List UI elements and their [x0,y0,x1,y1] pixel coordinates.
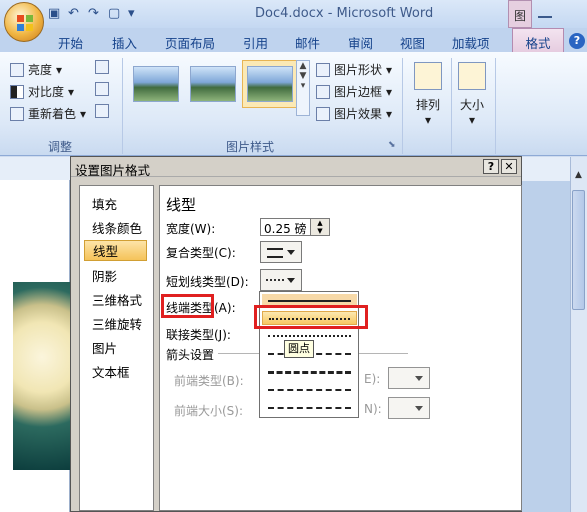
undo-icon[interactable]: ↶ [68,7,82,21]
tab-mailings[interactable]: 邮件 [295,33,320,52]
arrange-button[interactable]: 排列 ▾ [404,58,452,134]
contrast-icon [10,84,24,99]
chevron-down-icon [287,278,295,283]
recolor-button[interactable]: 重新着色 ▾ [10,105,86,122]
scroll-up-arrow-icon[interactable]: ▲ [571,170,586,186]
dialog-title: 设置图片格式 [71,157,521,178]
scrollbar-thumb[interactable] [572,190,585,310]
picture-border-button[interactable]: 图片边框 ▾ [316,83,392,100]
redo-icon[interactable]: ↷ [88,7,102,21]
nav-line-style[interactable]: 线型 [84,240,147,261]
window-title: Doc4.docx - Microsoft Word [255,6,434,21]
nav-3d-rotation[interactable]: 三维旋转 [92,314,142,333]
nav-picture[interactable]: 图片 [92,338,117,357]
pen-icon [316,84,330,99]
style-thumbnail-3[interactable] [242,60,298,108]
tab-references[interactable]: 引用 [243,33,268,52]
arrow-settings-label: 箭头设置 [166,348,215,362]
end-type-label: E): [364,372,381,386]
begin-type-label: 前端类型(B): [174,374,244,388]
style-thumbnail-1[interactable] [128,60,184,108]
width-label: 宽度(W): [166,222,216,236]
save-icon[interactable]: ▣ [48,7,62,21]
effects-icon [316,106,330,121]
help-icon[interactable]: ? [569,33,585,49]
rose-picture[interactable] [13,282,71,470]
picture-effects-button[interactable]: 图片效果 ▾ [316,105,392,122]
dash-option-long-dash[interactable] [262,383,357,397]
contrast-button[interactable]: 对比度 ▾ [10,83,74,100]
ribbon: 亮度 ▾ 对比度 ▾ 重新着色 ▾ 调整 ▲ ▼ ▾ 图片形状 ▾ 图片边框 ▾ 图片效果 ▾ … [0,52,587,156]
end-type-dropdown[interactable] [388,367,430,389]
context-tab-header: 图 [508,0,532,28]
customize-toolbar-icon[interactable]: ▾ [128,7,142,21]
begin-size-label: 前端大小(S): [174,404,244,418]
recolor-icon [10,106,24,121]
picture-shape-button[interactable]: 图片形状 ▾ [316,61,392,78]
change-picture-icon[interactable] [95,82,109,96]
dialog-launcher-icon[interactable]: ⬊ [388,140,396,150]
tab-page-layout[interactable]: 页面布局 [165,33,215,52]
chevron-down-icon [287,250,295,255]
compound-type-label: 复合类型(C): [166,246,236,260]
dialog-nav: 填充 线条颜色 线型 阴影 三维格式 三维旋转 图片 文本框 [79,185,154,511]
style-thumbnail-2[interactable] [185,60,241,108]
end-size-dropdown[interactable] [388,397,430,419]
highlight-round-dot-option [254,305,368,329]
join-type-label: 联接类型(J): [166,328,231,342]
new-document-icon[interactable]: ▢ [108,7,122,21]
brightness-icon [10,62,24,77]
size-icon [458,62,486,90]
tab-view[interactable]: 视图 [400,33,425,52]
office-button[interactable] [4,2,44,42]
dialog-help-button[interactable]: ? [483,159,499,174]
tab-addins[interactable]: 加载项 [452,33,490,52]
compound-type-dropdown[interactable] [260,241,302,263]
arrange-icon [414,62,442,90]
tab-home[interactable]: 开始 [58,33,83,52]
adjust-group-label: 调整 [47,140,72,154]
nav-3d-format[interactable]: 三维格式 [92,290,142,309]
reset-picture-icon[interactable] [95,104,109,118]
tab-insert[interactable]: 插入 [112,33,137,52]
dash-option-dash-dot[interactable] [262,365,357,379]
nav-shadow[interactable]: 阴影 [92,266,117,285]
ribbon-tab-bar: 开始 插入 页面布局 引用 邮件 审阅 视图 加载项 [0,28,587,52]
nav-fill[interactable]: 填充 [92,194,117,213]
gallery-scroll[interactable]: ▲ ▼ ▾ [296,60,310,116]
quick-access-toolbar: ▣ ↶ ↷ ▢ ▾ [48,4,142,24]
shape-icon [316,62,330,77]
size-button[interactable]: 大小 ▾ [448,58,496,134]
tooltip-round-dot: 圆点 [284,340,314,358]
compress-pictures-icon[interactable] [95,60,109,74]
dash-option-long-dash-dot[interactable] [262,401,357,415]
dash-type-label: 短划线类型(D): [166,275,249,289]
tab-format[interactable]: 格式 [512,28,564,52]
end-size-label: N): [364,402,382,416]
highlight-cap-label [161,294,214,318]
nav-text-box[interactable]: 文本框 [92,362,130,381]
width-spinner[interactable]: ▲ ▼ [310,218,330,236]
dash-type-dropdown[interactable] [260,269,302,291]
tab-review[interactable]: 审阅 [348,33,373,52]
dialog-close-button[interactable]: ✕ [501,159,517,174]
office-logo-icon [17,15,33,31]
picture-styles-group-label: 图片样式 [225,140,274,154]
brightness-button[interactable]: 亮度 ▾ [10,61,62,78]
minimize-button[interactable] [538,4,552,18]
section-title: 线型 [166,196,197,214]
nav-line-color[interactable]: 线条颜色 [92,218,142,237]
